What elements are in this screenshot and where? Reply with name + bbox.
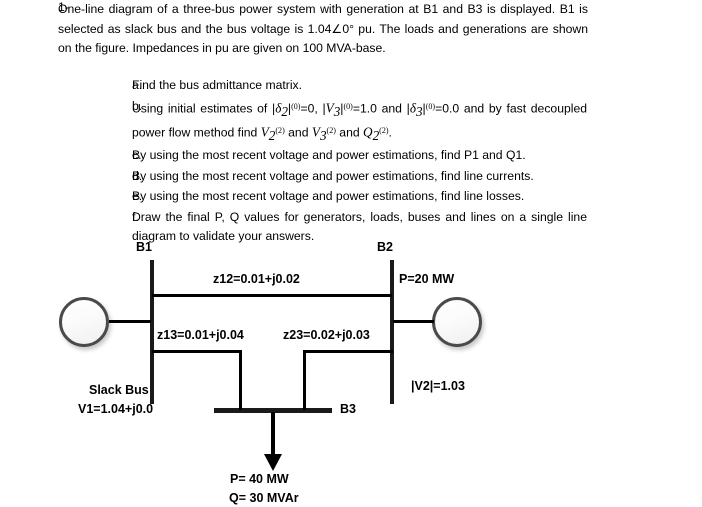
sub-item-c-letter: c. bbox=[132, 148, 142, 163]
line-1-3-horizontal bbox=[152, 350, 242, 353]
sub-b-delta3-sup: (0) bbox=[425, 101, 436, 111]
sub-item-a-letter: a. bbox=[132, 78, 143, 92]
bus3-load-p-label: P= 40 MW bbox=[230, 472, 289, 486]
sub-b-seg6: and bbox=[335, 125, 364, 140]
sub-item-e-text: By using the most recent voltage and pow… bbox=[132, 189, 525, 204]
line-1-3-impedance-label: z13=0.01+j0.04 bbox=[157, 328, 244, 342]
sub-b-delta3-sub: 3 bbox=[415, 103, 423, 119]
angle-notation: ∠0° bbox=[331, 21, 354, 36]
problem-intro-text: One-line diagram of a three-bus power sy… bbox=[58, 0, 588, 59]
sub-item-c: c. By using the most recent voltage and … bbox=[0, 146, 702, 166]
sub-b-v3b-sup: (2) bbox=[326, 125, 336, 135]
bus3-load-stem bbox=[271, 412, 275, 457]
sub-item-d: d. By using the most recent voltage and … bbox=[0, 167, 702, 187]
bus2-busbar bbox=[390, 260, 394, 404]
one-line-diagram: B1 B2 B3 z12=0.01+j0.02 z13=0.01+j0.04 z… bbox=[0, 232, 702, 507]
problem-intro-row: 1- One-line diagram of a three-bus power… bbox=[0, 0, 702, 59]
sub-b-v3b-sub: 3 bbox=[319, 127, 327, 143]
sub-item-e-letter: e. bbox=[132, 189, 143, 204]
line-2-3-impedance-label: z23=0.02+j0.03 bbox=[283, 328, 370, 342]
bus1-busbar bbox=[150, 260, 154, 404]
generator-g1-lead bbox=[109, 320, 151, 323]
sub-item-b-text: Using initial estimates of |δ2|(0)=0, |V… bbox=[132, 100, 588, 143]
bus3-load-arrowhead bbox=[264, 454, 282, 471]
sub-item-c-text: By using the most recent voltage and pow… bbox=[132, 148, 526, 163]
sub-b-seg1: Using initial estimates of bbox=[132, 101, 273, 116]
bus3-label: B3 bbox=[340, 402, 356, 416]
bus2-label: B2 bbox=[377, 240, 393, 254]
sub-b-v3b: V bbox=[311, 124, 320, 140]
sub-b-seg5: and bbox=[284, 125, 312, 140]
generator-g2 bbox=[432, 297, 482, 347]
sub-item-f-letter: f. bbox=[132, 209, 139, 224]
problem-statement: 1- One-line diagram of a three-bus power… bbox=[0, 0, 702, 59]
sub-b-q2: Q bbox=[363, 124, 373, 140]
generator-g1 bbox=[59, 297, 109, 347]
sub-b-seg3: =1.0 and bbox=[352, 101, 407, 116]
sub-item-b-letter: b. bbox=[132, 98, 143, 113]
sub-item-a: a. Find the bus admittance matrix. bbox=[0, 76, 702, 96]
problem-sub-items: a. Find the bus admittance matrix. b. Us… bbox=[0, 76, 702, 248]
slack-bus-label: Slack Bus bbox=[89, 383, 149, 397]
line-1-2-impedance-label: z12=0.01+j0.02 bbox=[213, 272, 300, 286]
bus2-generation-label: P=20 MW bbox=[399, 272, 455, 286]
sub-item-d-letter: d. bbox=[132, 168, 143, 183]
sub-item-b: b. Using initial estimates of |δ2|(0)=0,… bbox=[0, 97, 702, 146]
sub-item-d-text: By using the most recent voltage and pow… bbox=[132, 168, 534, 183]
line-1-3-vertical bbox=[239, 350, 242, 410]
line-2-3-horizontal bbox=[303, 350, 393, 353]
sub-b-v3: V bbox=[325, 100, 334, 116]
bus3-load-q-label: Q= 30 MVAr bbox=[229, 491, 299, 505]
sub-b-v2b: V bbox=[260, 124, 269, 140]
sub-b-seg2: =0, bbox=[300, 101, 323, 116]
sub-b-q2-sup: (2) bbox=[379, 125, 389, 135]
line-1-2 bbox=[152, 294, 392, 297]
sub-b-delta2-sub: 2 bbox=[281, 103, 288, 119]
slack-bus-voltage-label: V1=1.04+j0.0 bbox=[78, 402, 154, 416]
generator-g2-lead bbox=[393, 320, 434, 323]
sub-b-v2b-sup: (2) bbox=[275, 125, 285, 135]
sub-item-e: e. By using the most recent voltage and … bbox=[0, 187, 702, 207]
line-2-3-vertical bbox=[303, 350, 306, 410]
sub-b-v3-sup: (0) bbox=[343, 101, 353, 111]
sub-b-seg7: . bbox=[388, 125, 392, 140]
problem-number: 1- bbox=[58, 0, 69, 14]
sub-item-a-text: Find the bus admittance matrix. bbox=[132, 78, 303, 92]
bus1-label: B1 bbox=[136, 240, 152, 254]
bus2-voltage-label: |V2|=1.03 bbox=[411, 379, 465, 393]
